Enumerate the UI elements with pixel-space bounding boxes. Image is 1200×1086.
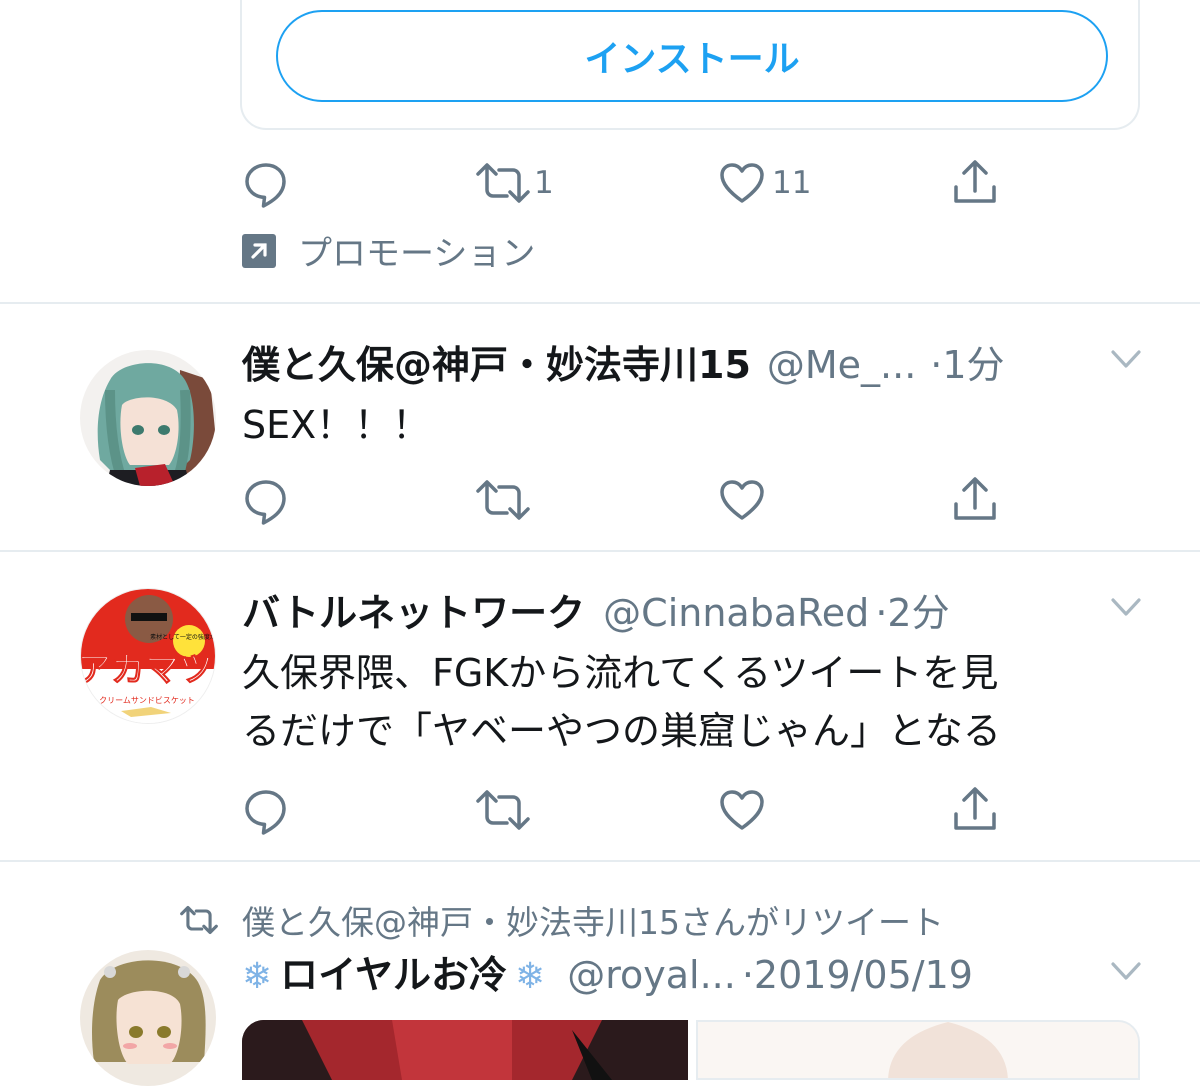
- display-name[interactable]: バトルネットワーク: [242, 582, 585, 637]
- tweet-header: 僕と久保@神戸・妙法寺川15 @Me_... ·1分: [242, 334, 1005, 389]
- like-button[interactable]: [718, 470, 766, 530]
- promotion-text: プロモーション: [298, 234, 536, 274]
- anime-avatar-image: [80, 950, 216, 1086]
- avatar[interactable]: [80, 950, 216, 1086]
- promo-action-bar: 1 11: [240, 153, 1020, 213]
- display-name[interactable]: ロイヤルお冷: [280, 944, 507, 999]
- divider: [0, 302, 1200, 304]
- share-button[interactable]: [950, 470, 1000, 530]
- display-name[interactable]: 僕と久保@神戸・妙法寺川15: [242, 334, 751, 389]
- akamatsu-avatar-image: 素材として一定の強度がある アカマツ クリームサンドビスケット: [81, 589, 216, 723]
- handle[interactable]: @royal...: [567, 953, 736, 997]
- install-button[interactable]: インストール: [276, 10, 1108, 102]
- snowflake-icon: ❄: [242, 956, 273, 997]
- retweet-button[interactable]: 1: [474, 153, 554, 213]
- reply-icon: [245, 790, 286, 835]
- promoted-icon: [242, 233, 276, 268]
- retweet-button[interactable]: [474, 470, 532, 530]
- promo-app-card: インストール: [240, 0, 1140, 130]
- timestamp[interactable]: ·2分: [875, 582, 949, 637]
- media-thumbnail: [242, 1020, 688, 1080]
- avatar[interactable]: 素材として一定の強度がある アカマツ クリームサンドビスケット: [80, 588, 216, 724]
- media-image-2[interactable]: [696, 1020, 1140, 1080]
- tweet-text: SEX！！！: [242, 403, 431, 447]
- heart-icon: [720, 163, 764, 203]
- share-icon: [954, 477, 996, 520]
- media-thumbnail: [698, 1022, 1138, 1078]
- divider: [0, 860, 1200, 862]
- heart-icon: [720, 790, 764, 830]
- promoted-label: プロモーション: [242, 226, 535, 275]
- reply-icon: [245, 480, 286, 525]
- retweet-button[interactable]: [474, 780, 532, 840]
- handle[interactable]: @CinnabaRed: [603, 591, 869, 635]
- chevron-down-icon[interactable]: [1110, 596, 1142, 620]
- retweet-icon: [476, 790, 530, 830]
- timestamp[interactable]: ·2019/05/19: [742, 953, 973, 997]
- media-image-1[interactable]: [242, 1020, 688, 1080]
- avatar-sub-text: クリームサンドビスケット: [99, 696, 195, 705]
- tweet-text-line-1: 久保界隈、FGKから流れてくるツイートを見: [242, 651, 999, 695]
- tweet-text-line-2: るだけで「ヤベーやつの巣窟じゃん」となる: [242, 709, 1001, 753]
- share-icon: [954, 160, 996, 203]
- avatar-main-text: アカマツ: [81, 650, 213, 690]
- chevron-down-icon[interactable]: [1110, 960, 1142, 984]
- timestamp[interactable]: ·1分: [930, 334, 1004, 389]
- reply-button[interactable]: [240, 780, 292, 840]
- like-button[interactable]: [718, 780, 766, 840]
- retweet-icon: [180, 905, 218, 935]
- tweet-header: バトルネットワーク @CinnabaRed ·2分: [242, 582, 950, 637]
- heart-icon: [720, 480, 764, 520]
- tweet-action-bar: [240, 470, 1020, 530]
- like-count: 11: [772, 165, 812, 201]
- reply-button[interactable]: [240, 153, 292, 213]
- tweet-header: ❄ ロイヤルお冷 ❄ @royal... ·2019/05/19: [242, 944, 973, 999]
- tweet-action-bar: [240, 780, 1020, 840]
- share-button[interactable]: [950, 153, 1000, 213]
- reply-button[interactable]: [240, 470, 292, 530]
- reply-icon: [245, 163, 286, 208]
- share-button[interactable]: [950, 780, 1000, 840]
- retweet-icon: [476, 480, 530, 520]
- retweet-count: 1: [534, 165, 554, 201]
- retweet-context: 僕と久保@神戸・妙法寺川15さんがリツイート: [178, 896, 944, 944]
- like-button[interactable]: 11: [718, 153, 811, 213]
- share-icon: [954, 787, 996, 830]
- snowflake-icon: ❄: [515, 956, 546, 997]
- anime-avatar-image: [80, 350, 216, 486]
- divider: [0, 550, 1200, 552]
- retweeted-by-text[interactable]: 僕と久保@神戸・妙法寺川15さんがリツイート: [242, 896, 944, 944]
- chevron-down-icon[interactable]: [1110, 348, 1142, 372]
- retweet-icon: [476, 163, 530, 203]
- avatar[interactable]: [80, 350, 216, 486]
- avatar-badge-text: 素材として一定の強度がある: [150, 633, 216, 641]
- handle[interactable]: @Me_...: [767, 343, 916, 387]
